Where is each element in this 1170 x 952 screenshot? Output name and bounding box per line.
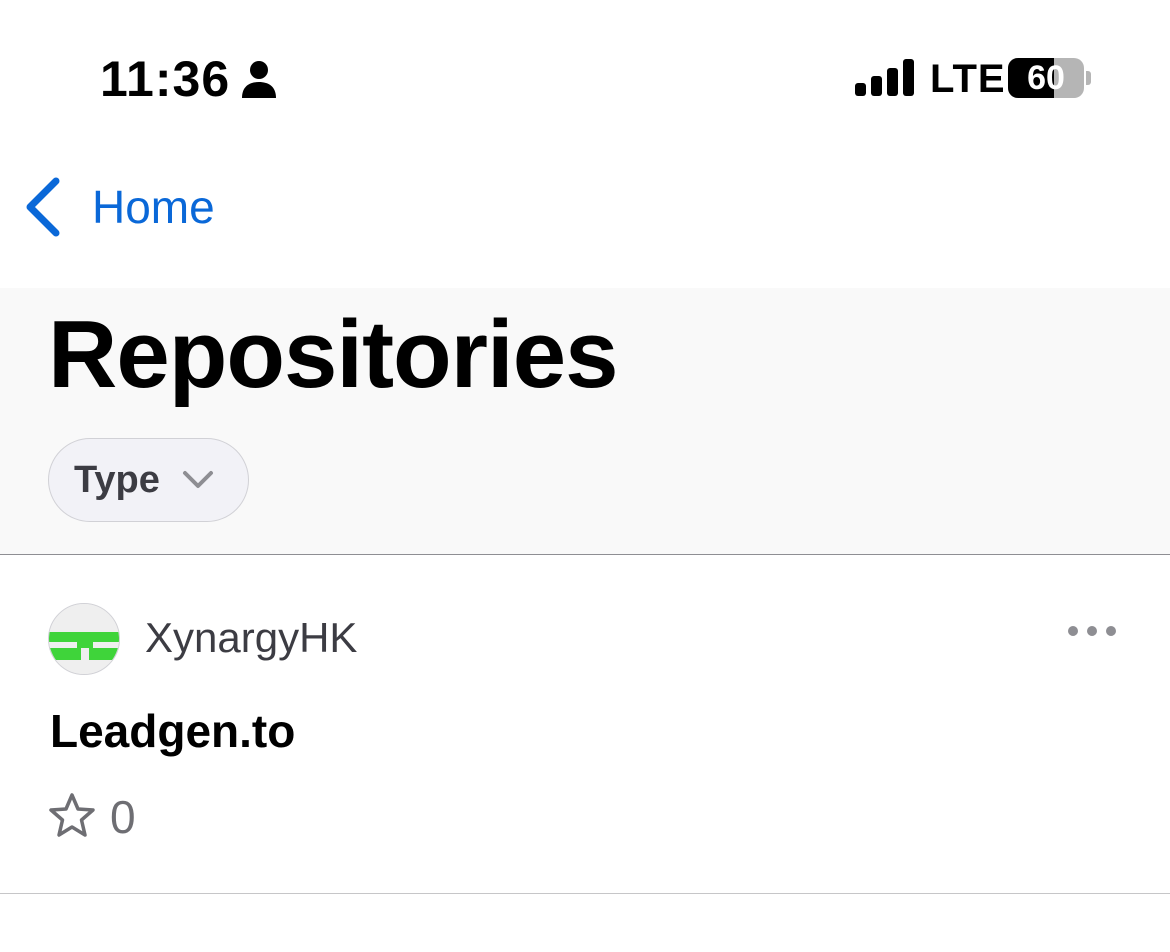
chevron-down-icon [182, 471, 213, 488]
status-time: 11:36 [100, 51, 231, 107]
list-divider [0, 893, 1170, 894]
star-count: 0 [110, 791, 136, 843]
repo-owner: XynargyHK [145, 614, 358, 661]
page-header: Repositories Type [0, 288, 1170, 555]
battery-icon: 60 [1008, 58, 1084, 98]
battery-percent: 60 [1027, 58, 1065, 97]
person-icon [242, 61, 276, 98]
repo-name: Leadgen.to [50, 705, 296, 757]
back-label: Home [92, 181, 215, 233]
network-type: LTE [930, 57, 1006, 101]
type-filter-button[interactable]: Type [48, 438, 249, 522]
more-icon[interactable] [1066, 624, 1118, 638]
battery-tip [1086, 71, 1091, 85]
owner-logo [49, 604, 119, 674]
chevron-left-icon [26, 177, 60, 237]
signal-icon [855, 59, 914, 96]
back-button[interactable]: Home [22, 172, 215, 242]
repository-list-item[interactable]: XynargyHK Leadgen.to 0 [0, 556, 1170, 893]
star-icon [49, 793, 95, 837]
page-title: Repositories [48, 301, 618, 408]
avatar [48, 603, 120, 675]
status-bar: 11:36 LTE 60 [0, 0, 1170, 150]
type-filter-label: Type [74, 458, 160, 501]
